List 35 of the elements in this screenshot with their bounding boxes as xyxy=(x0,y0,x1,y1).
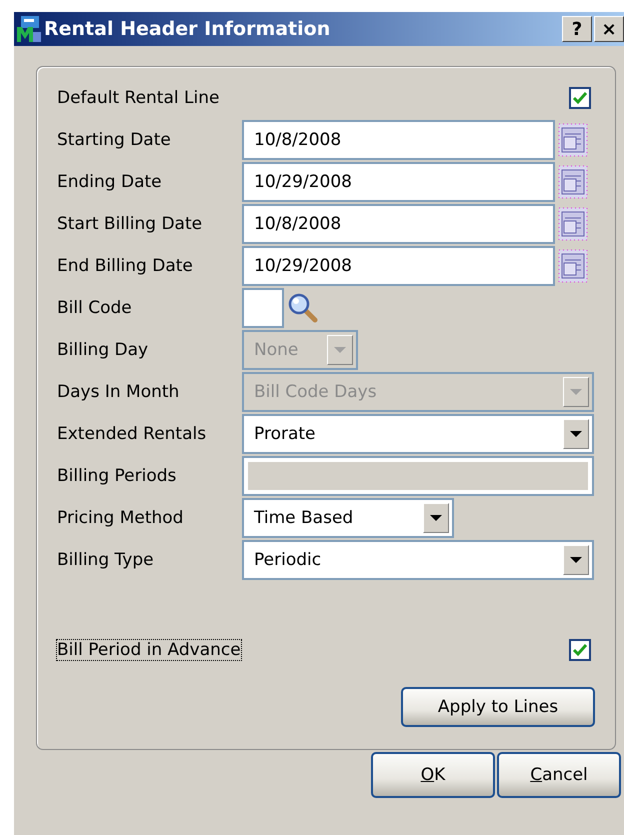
search-icon[interactable] xyxy=(287,292,319,324)
field-label: Bill Code xyxy=(57,298,133,318)
ok-button[interactable]: OK xyxy=(371,752,495,798)
field-label: Billing Periods xyxy=(57,466,178,486)
checkbox[interactable] xyxy=(569,87,591,109)
calendar-icon[interactable] xyxy=(558,164,588,200)
window-title: Rental Header Information xyxy=(44,18,332,40)
field-label: End Billing Date xyxy=(57,256,194,276)
field-label: Pricing Method xyxy=(57,508,184,528)
help-button[interactable]: ? xyxy=(562,16,592,42)
cancel-button[interactable]: Cancel xyxy=(497,752,621,798)
dropdown[interactable]: Time Based xyxy=(242,498,454,538)
date-field[interactable]: 10/8/2008 xyxy=(242,204,555,244)
field-label: Billing Type xyxy=(57,550,155,570)
close-button[interactable]: × xyxy=(594,16,624,42)
field-label: Billing Day xyxy=(57,340,150,360)
checkbox[interactable] xyxy=(569,639,591,661)
input-field[interactable] xyxy=(242,288,284,328)
app-icon xyxy=(16,15,42,43)
checkbox-label: Bill Period in Advance xyxy=(57,640,241,660)
field-label: Start Billing Date xyxy=(57,214,204,234)
field-label: Ending Date xyxy=(57,172,163,192)
field-label: Starting Date xyxy=(57,130,172,150)
apply-button[interactable]: Apply to Lines xyxy=(401,687,595,727)
date-field[interactable]: 10/8/2008 xyxy=(242,120,555,160)
dropdown[interactable]: Prorate xyxy=(242,414,594,454)
checkbox-label: Default Rental Line xyxy=(57,88,220,108)
date-field[interactable]: 10/29/2008 xyxy=(242,246,555,286)
dropdown[interactable]: Periodic xyxy=(242,540,594,580)
field-label: Days In Month xyxy=(57,382,180,402)
calendar-icon[interactable] xyxy=(558,206,588,242)
date-field[interactable]: 10/29/2008 xyxy=(242,162,555,202)
calendar-icon[interactable] xyxy=(558,122,588,158)
calendar-icon[interactable] xyxy=(558,248,588,284)
field-label: Extended Rentals xyxy=(57,424,208,444)
